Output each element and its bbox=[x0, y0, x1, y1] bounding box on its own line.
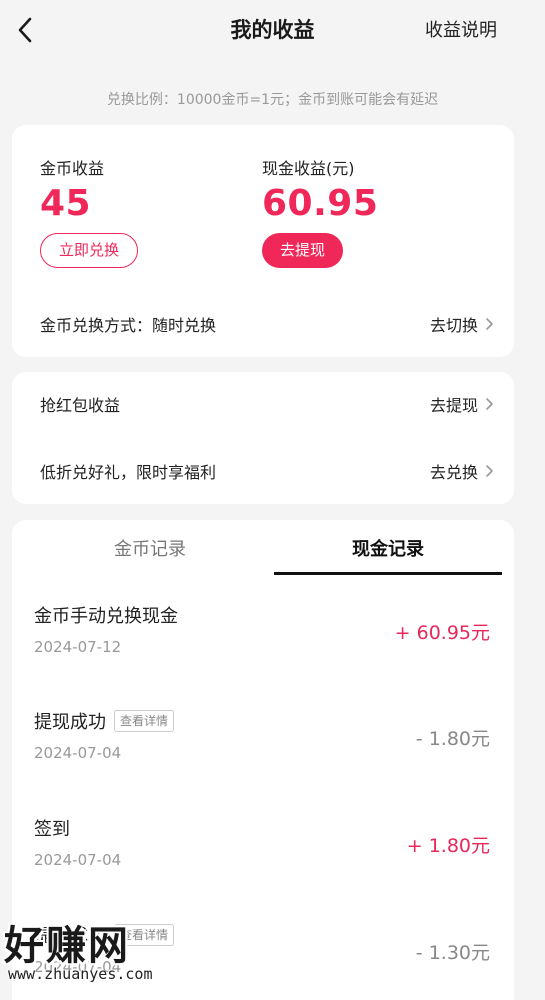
list-item: 提现成功 查看详情 2024-07-04 - 1.80元 bbox=[12, 708, 514, 788]
cash-balance-value: 60.95 bbox=[262, 183, 379, 224]
links-card: 抢红包收益 去提现 低折兑好礼，限时享福利 去兑换 bbox=[12, 372, 514, 504]
record-title: 签到 bbox=[34, 819, 70, 840]
record-amount: - 1.80元 bbox=[415, 728, 490, 750]
list-item: 金币手动兑换现金 2024-07-12 + 60.95元 bbox=[12, 602, 514, 682]
exchange-mode-label: 金币兑换方式：随时兑换 bbox=[40, 316, 217, 335]
cash-balance-label: 现金收益(元) bbox=[262, 159, 355, 178]
list-item: 签到 2024-07-04 + 1.80元 bbox=[12, 815, 514, 895]
nav-bar: 我的收益 收益说明 bbox=[0, 0, 545, 60]
records-tabs: 金币记录 现金记录 bbox=[12, 530, 514, 575]
switch-mode-label: 去切换 bbox=[429, 316, 478, 335]
tab-cash-records[interactable]: 现金记录 bbox=[274, 530, 502, 575]
switch-mode-link[interactable]: 去切换 bbox=[430, 312, 494, 336]
discount-gift-action-label: 去兑换 bbox=[429, 463, 478, 482]
exchange-rate-notice: 兑换比例：10000金币=1元；金币到账可能会有延迟 bbox=[106, 92, 439, 108]
record-date: 2024-07-04 bbox=[34, 851, 122, 869]
view-details-button[interactable]: 查看详情 bbox=[114, 710, 175, 732]
earnings-explain-link[interactable]: 收益说明 bbox=[425, 16, 497, 42]
record-date: 2024-07-04 bbox=[34, 744, 122, 762]
balance-card: 金币收益 45 立即兑换 现金收益(元) 60.95 去提现 金币兑换方式：随时… bbox=[12, 125, 514, 357]
record-amount: - 1.30元 bbox=[415, 942, 490, 964]
exchange-now-button[interactable]: 立即兑换 bbox=[40, 233, 138, 268]
red-packet-withdraw-link[interactable]: 去提现 bbox=[430, 392, 494, 416]
chevron-right-icon bbox=[486, 465, 493, 477]
chevron-right-icon bbox=[486, 318, 493, 330]
tab-cash-records-label: 现金记录 bbox=[352, 539, 424, 560]
tab-coin-records-label: 金币记录 bbox=[114, 539, 186, 560]
discount-gift-label: 低折兑好礼，限时享福利 bbox=[40, 463, 217, 482]
watermark: 好赚网 www.zhuanyes.com bbox=[0, 905, 200, 1000]
discount-gift-row[interactable]: 低折兑好礼，限时享福利 去兑换 bbox=[40, 456, 494, 486]
discount-gift-exchange-link[interactable]: 去兑换 bbox=[430, 459, 494, 483]
red-packet-action-label: 去提现 bbox=[429, 396, 478, 415]
record-amount: + 1.80元 bbox=[406, 835, 490, 857]
exchange-mode-row[interactable]: 金币兑换方式：随时兑换 去切换 bbox=[40, 309, 494, 339]
tab-coin-records[interactable]: 金币记录 bbox=[36, 530, 264, 575]
coin-balance-label: 金币收益 bbox=[40, 159, 105, 178]
record-title: 金币手动兑换现金 bbox=[34, 606, 178, 627]
record-title: 提现成功 查看详情 bbox=[34, 708, 175, 734]
watermark-url: www.zhuanyes.com bbox=[8, 965, 153, 983]
record-amount: + 60.95元 bbox=[394, 622, 490, 644]
red-packet-row[interactable]: 抢红包收益 去提现 bbox=[40, 389, 494, 419]
coin-balance-value: 45 bbox=[40, 183, 92, 224]
watermark-logo: 好赚网 bbox=[4, 923, 130, 969]
red-packet-label: 抢红包收益 bbox=[40, 396, 121, 415]
chevron-right-icon bbox=[486, 398, 493, 410]
record-date: 2024-07-12 bbox=[34, 638, 122, 656]
active-tab-indicator bbox=[274, 572, 502, 575]
withdraw-button[interactable]: 去提现 bbox=[262, 233, 343, 268]
